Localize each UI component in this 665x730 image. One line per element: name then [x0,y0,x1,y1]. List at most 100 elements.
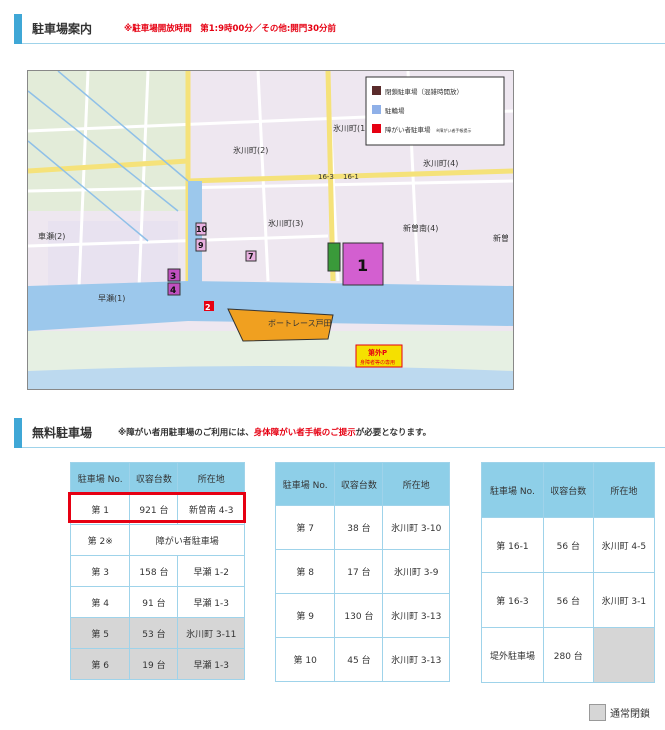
svg-text:16-1: 16-1 [343,173,359,181]
parking-table-3: 駐車場 No. 収容台数 所在地 第 16-1 56 台 氷川町 4-5 第 1… [481,462,656,683]
section-header-free-parking: 無料駐車場 ※障がい者用駐車場のご利用には、身体障がい者手帳のご提示が必要となり… [14,418,665,448]
svg-text:氷川町(4): 氷川町(4) [423,158,458,168]
parking-table-2: 駐車場 No. 収容台数 所在地 第 7 38 台 氷川町 3-10 第 8 1… [274,462,450,682]
cell-no: 第 8 [274,549,336,594]
table-row: 第 9 130 台 氷川町 3-13 [274,593,450,638]
cell-no: 第 7 [274,505,336,550]
cell-capacity: 130 台 [334,593,384,638]
cell-location: 氷川町 4-5 [592,517,656,573]
opening-hours-note: ※駐車場開放時間 第1:9時00分／その他:開門30分前 [124,24,337,34]
section-header-parking-guide: 駐車場案内 ※駐車場開放時間 第1:9時00分／その他:開門30分前 [14,14,665,44]
table-row: 第 10 45 台 氷川町 3-13 [274,637,450,682]
svg-text:2: 2 [205,303,211,312]
parking-map: ボートレース戸田 1 3 4 10 9 7 2 16-3 16-1 氷川町(1)… [27,70,514,390]
col-header-no: 駐車場 No. [481,462,544,518]
table-header-row: 駐車場 No. 収容台数 所在地 [69,462,245,494]
cell-location: 氷川町 3-1 [592,572,656,628]
svg-text:氷川町(3): 氷川町(3) [268,218,303,228]
table-row-closed: 第 5 53 台 氷川町 3-11 [69,617,245,649]
svg-text:3: 3 [170,272,176,282]
table-header-row: 駐車場 No. 収容台数 所在地 [274,462,450,506]
col-header-capacity: 収容台数 [129,462,179,494]
svg-text:※障がい者手帳提示: ※障がい者手帳提示 [436,127,471,133]
table-row: 第 2※ 障がい者駐車場 [69,524,245,556]
table-row: 第 3 158 台 早瀬 1-2 [69,555,245,587]
cell-capacity: 38 台 [334,505,384,550]
col-header-location: 所在地 [177,462,245,494]
table-row-closed: 第 6 19 台 早瀬 1-3 [69,648,245,680]
cell-no: 第 10 [274,637,336,682]
cell-no: 第 6 [69,648,131,680]
svg-text:新曽: 新曽 [493,233,509,243]
cell-capacity: 91 台 [129,586,179,618]
svg-text:身障者等の専用: 身障者等の専用 [360,359,395,366]
cell-no: 第 4 [69,586,131,618]
cell-capacity: 19 台 [129,648,179,680]
table-row: 第 4 91 台 早瀬 1-3 [69,586,245,618]
col-header-no: 駐車場 No. [69,462,131,494]
cell-capacity: 45 台 [334,637,384,682]
svg-text:10: 10 [196,225,208,234]
cell-location: 早瀬 1-3 [177,648,245,680]
table-header-row: 駐車場 No. 収容台数 所在地 [481,462,656,518]
col-header-location: 所在地 [592,462,656,518]
cell-no: 第 5 [69,617,131,649]
closed-legend: 通常閉鎖 [589,704,650,721]
cell-capacity: 158 台 [129,555,179,587]
header-underline [22,447,665,448]
closed-swatch [589,704,606,721]
header-accent-bar [14,14,22,44]
cell-no: 第 16-1 [481,517,544,573]
cell-location [592,627,656,683]
table-row: 第 8 17 台 氷川町 3-9 [274,549,450,594]
table-row: 第 16-3 56 台 氷川町 3-1 [481,572,656,628]
note-prefix: ※障がい者用駐車場のご利用には、 [118,428,254,438]
cell-disabled-parking: 障がい者駐車場 [129,524,245,556]
section-title: 駐車場案内 [32,22,93,36]
svg-text:16-3: 16-3 [318,173,334,181]
cell-location: 氷川町 3-13 [382,637,450,682]
closed-legend-label: 通常閉鎖 [610,709,650,720]
svg-text:閉鎖駐車場（混雑時開放）: 閉鎖駐車場（混雑時開放） [385,87,463,96]
svg-text:新曽南(4): 新曽南(4) [403,223,438,233]
cell-location: 早瀬 1-2 [177,555,245,587]
cell-no: 堤外駐車場 [481,627,544,683]
svg-text:1: 1 [357,256,368,275]
cell-location: 氷川町 3-9 [382,549,450,594]
note-suffix: が必要となります。 [355,428,432,438]
svg-text:9: 9 [198,241,204,250]
col-header-no: 駐車場 No. [274,462,336,506]
disability-note: ※障がい者用駐車場のご利用には、身体障がい者手帳のご提示が必要となります。 [118,426,431,438]
highlight-box-lot-1 [68,492,246,523]
svg-text:7: 7 [248,252,254,261]
col-header-location: 所在地 [382,462,450,506]
cell-location: 氷川町 3-10 [382,505,450,550]
section-title: 無料駐車場 [32,426,93,440]
table-row: 第 7 38 台 氷川町 3-10 [274,505,450,550]
note-highlight: 身体障がい者手帳のご提示 [253,428,356,438]
cell-no: 第 2※ [69,524,131,556]
svg-text:氷川町(1): 氷川町(1) [333,123,368,133]
svg-text:障がい者駐車場: 障がい者駐車場 [385,125,431,134]
svg-text:駐輪場: 駐輪場 [385,106,405,115]
cell-location: 早瀬 1-3 [177,586,245,618]
cell-capacity: 53 台 [129,617,179,649]
cell-capacity: 56 台 [542,517,594,573]
svg-text:4: 4 [170,286,176,296]
cell-location: 氷川町 3-11 [177,617,245,649]
cell-no: 第 9 [274,593,336,638]
cell-no: 第 3 [69,555,131,587]
table-row: 堤外駐車場 280 台 [481,627,656,683]
table-row: 第 16-1 56 台 氷川町 4-5 [481,517,656,573]
cell-no: 第 16-3 [481,572,544,628]
cell-capacity: 17 台 [334,549,384,594]
svg-text:第外P: 第外P [368,348,387,357]
svg-text:車瀬(2): 車瀬(2) [38,231,65,241]
svg-text:早瀬(1): 早瀬(1) [98,293,125,303]
col-header-capacity: 収容台数 [542,462,594,518]
cell-capacity: 56 台 [542,572,594,628]
cell-capacity: 280 台 [542,627,594,683]
header-accent-bar [14,418,22,448]
boatrace-label: ボートレース戸田 [268,319,332,328]
svg-text:氷川町(2): 氷川町(2) [233,145,268,155]
